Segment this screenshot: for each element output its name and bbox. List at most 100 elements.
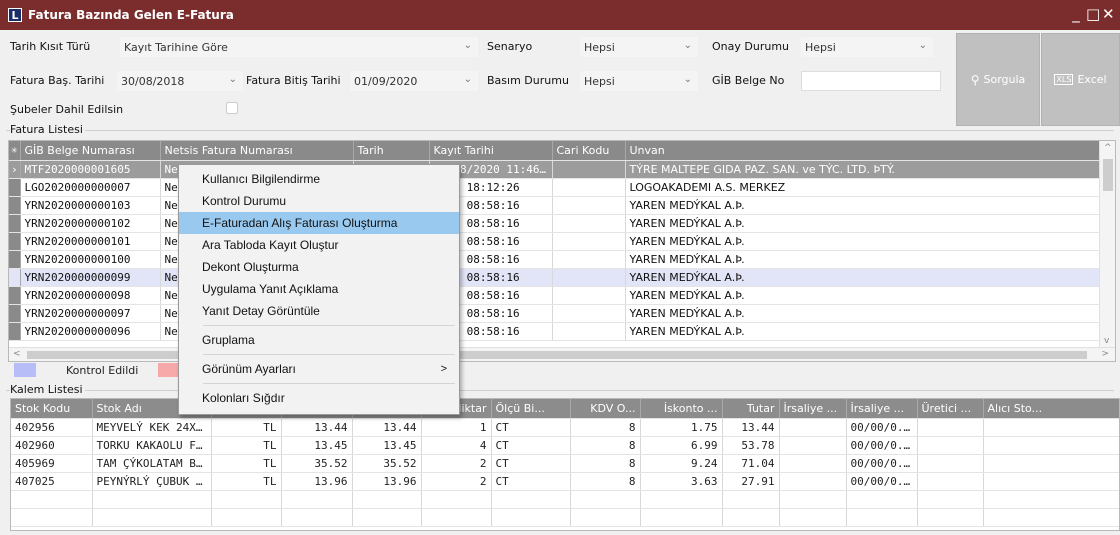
close-icon[interactable]: ✕ bbox=[1102, 5, 1115, 23]
fatura-bas-date[interactable]: 30/08/2018 ⌄ bbox=[117, 71, 243, 91]
tarih-kisit-label: Tarih Kısıt Türü bbox=[10, 40, 91, 53]
table-row[interactable]: YRN2020000000100 Net 2020 08:58:16 YAREN ME… bbox=[9, 250, 1102, 269]
empty-cell bbox=[491, 490, 571, 509]
cell-stok-kodu: 402960 bbox=[11, 436, 93, 455]
table-row[interactable]: 402960TORKU KAKAOLU FIN...TL13.4513.454C… bbox=[11, 436, 1119, 455]
gib-belge-input[interactable] bbox=[801, 71, 941, 91]
scroll-left-icon[interactable]: < bbox=[13, 349, 21, 359]
empty-cell bbox=[491, 508, 571, 527]
fatura-bitis-label: Fatura Bitiş Tarihi bbox=[246, 74, 341, 87]
empty-cell bbox=[846, 490, 918, 509]
subeler-label: Şubeler Dahil Edilsin bbox=[10, 103, 124, 116]
menu-gruplama[interactable]: Gruplama bbox=[179, 329, 459, 351]
empty-cell bbox=[640, 490, 723, 509]
menu-dekont-olusturma[interactable]: Dekont Oluşturma bbox=[179, 256, 459, 278]
chevron-down-icon: ⌄ bbox=[228, 74, 237, 85]
empty-cell bbox=[570, 490, 641, 509]
cell-unvan: YAREN MEDÝKAL A.Þ. bbox=[625, 196, 1102, 215]
row-indicator bbox=[9, 286, 21, 305]
menu-yanit-detay[interactable]: Yanıt Detay Görüntüle bbox=[179, 300, 459, 322]
fatura-hscroll[interactable]: < > bbox=[9, 347, 1115, 361]
tarih-kisit-select[interactable]: Kayıt Tarihine Göre ⌄ bbox=[120, 37, 478, 57]
row-indicator bbox=[9, 196, 21, 215]
menu-kolonlari-sigdir[interactable]: Kolonları Sığdır bbox=[179, 387, 459, 409]
title-bar: L Fatura Bazında Gelen E-Fatura _ □ ✕ bbox=[0, 0, 1120, 30]
table-row[interactable]: YRN2020000000102 Net 2020 08:58:16 YAREN ME… bbox=[9, 214, 1102, 233]
col-irsaliye-tarihi[interactable]: İrsaliye ... bbox=[846, 399, 918, 419]
kalem-listesi-grid[interactable]: Stok Kodu Stok Adı Miktar Ölçü Bi... KDV O..… bbox=[10, 398, 1120, 531]
cell-irsaliye-tarihi: 00/00/0... bbox=[846, 472, 918, 491]
cell-col-5: 13.44 bbox=[352, 418, 422, 437]
col-tutar[interactable]: Tutar bbox=[722, 399, 780, 419]
table-row[interactable]: YRN2020000000097 Net 2020 08:58:16 YAREN ME… bbox=[9, 304, 1102, 323]
menu-item-label: Görünüm Ayarları bbox=[202, 362, 296, 376]
table-row[interactable]: 402956MEYVELÝ KEK 24X35 ...TL13.4413.441… bbox=[11, 418, 1119, 437]
table-row[interactable]: YRN2020000000099 Net 2020 08:58:16 YAREN ME… bbox=[9, 268, 1102, 287]
col-gib-belge[interactable]: GİB Belge Numarası bbox=[20, 141, 161, 161]
table-row[interactable]: YRN2020000000098 Net 2020 08:58:16 YAREN ME… bbox=[9, 286, 1102, 305]
menu-kullanici-bilgilendirme[interactable]: Kullanıcı Bilgilendirme bbox=[179, 168, 459, 190]
empty-cell bbox=[211, 508, 282, 527]
col-kdv-orani[interactable]: KDV O... bbox=[570, 399, 641, 419]
cell-col-3: TL bbox=[211, 436, 282, 455]
table-row[interactable]: YRN2020000000103 Net 2020 08:58:16 YAREN ME… bbox=[9, 196, 1102, 215]
cell-olcu-birimi: CT bbox=[491, 472, 571, 491]
col-tarih[interactable]: Tarih bbox=[353, 141, 430, 161]
maximize-icon[interactable]: □ bbox=[1086, 5, 1100, 23]
col-kayit-tarihi[interactable]: Kayıt Tarihi bbox=[429, 141, 553, 161]
table-row[interactable]: YRN2020000000101 Net 2020 08:58:16 YAREN ME… bbox=[9, 232, 1102, 251]
menu-kontrol-durumu[interactable]: Kontrol Durumu bbox=[179, 190, 459, 212]
search-icon: ⚲ bbox=[970, 72, 980, 87]
cell-tutar: 13.44 bbox=[722, 418, 780, 437]
empty-row bbox=[11, 490, 1119, 509]
excel-button[interactable]: XLS Excel bbox=[1041, 33, 1120, 126]
fatura-vscroll-thumb[interactable] bbox=[1103, 159, 1113, 191]
chevron-down-icon: ⌄ bbox=[918, 40, 927, 51]
cell-stok-kodu: 402956 bbox=[11, 418, 93, 437]
cell-irsaliye-tarihi: 00/00/0... bbox=[846, 454, 918, 473]
menu-ara-tablo-kayit[interactable]: Ara Tabloda Kayıt Oluştur bbox=[179, 234, 459, 256]
legend-kontrol-label: Kontrol Edildi bbox=[66, 363, 139, 377]
col-cari-kodu[interactable]: Cari Kodu bbox=[552, 141, 626, 161]
table-row[interactable]: YRN2020000000096 Net 2020 08:58:16 YAREN ME… bbox=[9, 322, 1102, 341]
col-iskonto[interactable]: İskonto ... bbox=[640, 399, 723, 419]
senaryo-select[interactable]: Hepsi ⌄ bbox=[580, 37, 698, 57]
table-row[interactable]: 407025PEYNÝRLÝ ÇUBUK KR...TL13.9613.962C… bbox=[11, 472, 1119, 491]
menu-item-label: Gruplama bbox=[202, 333, 255, 347]
subeler-checkbox[interactable] bbox=[226, 102, 238, 114]
kalem-listesi-title: Kalem Listesi bbox=[10, 383, 85, 396]
current-row-icon: › bbox=[9, 160, 21, 179]
scroll-right-icon[interactable]: > bbox=[1101, 349, 1109, 359]
basim-select[interactable]: Hepsi ⌄ bbox=[580, 71, 698, 91]
filter-panel: Tarih Kısıt Türü Kayıt Tarihine Göre ⌄ S… bbox=[0, 30, 1120, 126]
sorgula-button[interactable]: ⚲ Sorgula bbox=[956, 33, 1040, 126]
cell-iskonto: 6.99 bbox=[640, 436, 723, 455]
menu-item-label: Yanıt Detay Görüntüle bbox=[202, 304, 320, 318]
menu-item-label: Dekont Oluşturma bbox=[202, 260, 299, 274]
col-unvan[interactable]: Unvan bbox=[625, 141, 1102, 161]
menu-uygulama-yanit[interactable]: Uygulama Yanıt Açıklama bbox=[179, 278, 459, 300]
minimize-icon[interactable]: _ bbox=[1070, 5, 1082, 23]
row-indicator bbox=[9, 322, 21, 341]
table-row[interactable]: ›MTF2020000001605Netsis'te Fatura Oluştu… bbox=[9, 160, 1102, 179]
cell-stok-adi: TORKU KAKAOLU FIN... bbox=[92, 436, 212, 455]
scroll-down-icon[interactable]: v bbox=[1104, 336, 1109, 346]
col-alici-stok[interactable]: Alıcı Sto... bbox=[983, 399, 1119, 419]
col-irsaliye-no[interactable]: İrsaliye ... bbox=[779, 399, 847, 419]
menu-gorunum-ayarlari[interactable]: Görünüm Ayarları > bbox=[179, 358, 459, 380]
col-olcu-birimi[interactable]: Ölçü Bi... bbox=[491, 399, 571, 419]
table-row[interactable]: 405969TAM ÇÝKOLATAM BÝS...TL35.5235.522C… bbox=[11, 454, 1119, 473]
col-uretici[interactable]: Üretici ... bbox=[917, 399, 984, 419]
fatura-bitis-date[interactable]: 01/09/2020 ⌄ bbox=[350, 71, 478, 91]
fatura-listesi-grid[interactable]: ✳ GİB Belge Numarası Netsis Fatura Numar… bbox=[8, 140, 1116, 362]
app-logo-icon: L bbox=[8, 8, 22, 22]
menu-alis-faturasi-olusturma[interactable]: E-Faturadan Alış Faturası Oluşturma bbox=[179, 212, 459, 234]
col-stok-kodu[interactable]: Stok Kodu bbox=[11, 399, 93, 419]
col-netsis-fatura[interactable]: Netsis Fatura Numarası bbox=[160, 141, 354, 161]
table-row[interactable]: LGO2020000000007 Net 2020 18:12:26 LOGOAKAD… bbox=[9, 178, 1102, 197]
fatura-vscroll[interactable]: ^ v bbox=[1099, 141, 1115, 348]
legend-kontrol-swatch bbox=[14, 363, 36, 377]
scroll-up-icon[interactable]: ^ bbox=[1104, 143, 1112, 153]
onay-select[interactable]: Hepsi ⌄ bbox=[801, 37, 933, 57]
cell-tutar: 53.78 bbox=[722, 436, 780, 455]
